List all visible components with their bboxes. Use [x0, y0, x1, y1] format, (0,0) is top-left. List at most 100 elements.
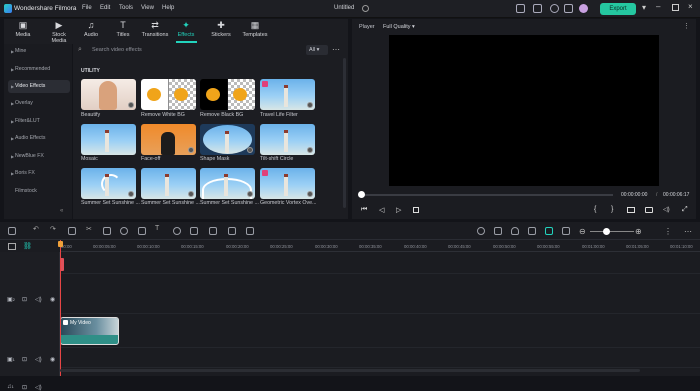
marker-icon[interactable] — [494, 227, 502, 235]
stabilize-icon[interactable] — [228, 227, 236, 235]
tab-transitions[interactable]: ⇄ Transitions — [140, 21, 170, 39]
menu-view[interactable]: View — [141, 5, 154, 11]
motion-icon[interactable] — [246, 227, 254, 235]
cloud-icon[interactable] — [550, 4, 559, 13]
sidebar-item-overlay[interactable]: ▶ Overlay — [8, 97, 70, 110]
text-icon[interactable]: T — [155, 225, 163, 233]
playback-progress-bar[interactable] — [361, 194, 613, 196]
more-options-icon[interactable]: ⋯ — [332, 45, 340, 54]
effect-thumb-summer-set-1[interactable] — [81, 168, 136, 199]
ai-icon[interactable] — [562, 227, 570, 235]
green-screen-icon[interactable] — [209, 227, 217, 235]
effect-thumb-remove-black-bg[interactable] — [200, 79, 255, 110]
sidebar-item-filter-lut[interactable]: ▶ Filter&LUT — [8, 115, 70, 128]
tab-audio[interactable]: ♫ Audio — [78, 21, 104, 39]
download-icon[interactable] — [247, 147, 253, 153]
stop-icon[interactable] — [413, 207, 419, 213]
menu-tools[interactable]: Tools — [119, 5, 133, 11]
display-icon[interactable] — [627, 207, 635, 213]
quality-dropdown[interactable]: Full Quality ▾ — [383, 24, 415, 30]
tab-effects[interactable]: ✦ Effects — [173, 21, 199, 39]
tab-stickers[interactable]: ✚ Stickers — [208, 21, 234, 39]
avatar[interactable] — [579, 4, 588, 13]
tab-templates[interactable]: ▦ Templates — [240, 21, 270, 39]
tab-stock-media[interactable]: ▶ Stock Media — [44, 21, 74, 45]
effect-thumb-mosaic[interactable] — [81, 124, 136, 155]
export-button[interactable]: Export — [600, 3, 636, 15]
sidebar-item-video-effects[interactable]: ▶ Video Effects — [8, 80, 70, 93]
track-empty[interactable] — [60, 252, 700, 274]
audio-edit-icon[interactable] — [138, 227, 146, 235]
sidebar-item-audio-effects[interactable]: ▶ Audio Effects — [8, 132, 70, 145]
microphone-icon[interactable] — [511, 227, 519, 235]
snapshot-icon[interactable] — [645, 207, 653, 213]
fullscreen-icon[interactable]: ⤢ — [682, 206, 688, 214]
download-icon[interactable] — [188, 147, 194, 153]
undo-icon[interactable]: ↶ — [33, 225, 41, 233]
playhead-line[interactable] — [60, 240, 61, 376]
info-icon[interactable] — [362, 5, 369, 12]
zoom-out-icon[interactable]: ⊖ — [579, 227, 586, 236]
preview-screen[interactable] — [389, 35, 659, 186]
effect-thumb-summer-set-2[interactable] — [141, 168, 196, 199]
previous-frame-icon[interactable]: ⏮ — [361, 206, 367, 214]
maximize-icon[interactable] — [672, 4, 679, 11]
timeline-scrollbar[interactable] — [60, 369, 640, 372]
more-options-icon[interactable]: ⋮ — [664, 227, 672, 236]
playhead-handle[interactable] — [58, 241, 63, 247]
download-icon[interactable] — [307, 102, 313, 108]
folder-icon[interactable]: ⊡ — [22, 296, 27, 303]
download-icon[interactable] — [307, 147, 313, 153]
download-icon[interactable] — [128, 102, 134, 108]
track-audio-1[interactable] — [60, 348, 700, 368]
link-icon[interactable]: ⛓ — [23, 242, 32, 250]
sidebar-item-recommended[interactable]: ▶ Recommended — [8, 63, 70, 76]
download-icon[interactable] — [188, 191, 194, 197]
speed-icon[interactable] — [173, 227, 181, 235]
mark-in-icon[interactable]: { — [594, 206, 596, 213]
download-icon[interactable] — [247, 191, 253, 197]
zoom-slider[interactable] — [590, 231, 634, 232]
speaker-icon[interactable]: ◁) — [35, 296, 42, 303]
download-icon[interactable] — [128, 191, 134, 197]
zoom-slider-handle[interactable] — [603, 228, 610, 235]
eye-icon[interactable]: ◉ — [50, 296, 55, 303]
tab-media[interactable]: ▣ Media — [10, 21, 36, 39]
filter-dropdown[interactable]: All ▾ — [306, 45, 328, 55]
track-video-2[interactable] — [60, 274, 700, 314]
mark-out-icon[interactable]: } — [611, 206, 613, 213]
effect-thumb-remove-white-bg[interactable] — [141, 79, 196, 110]
menu-file[interactable]: File — [82, 5, 92, 11]
effect-thumb-geometric-vortex[interactable] — [260, 168, 315, 199]
effect-thumb-tilt-shift-circle[interactable] — [260, 124, 315, 155]
folder-icon[interactable]: ⊡ — [22, 356, 27, 363]
menu-help[interactable]: Help — [162, 5, 174, 11]
track-video-1[interactable] — [60, 314, 700, 348]
redo-icon[interactable]: ↷ — [50, 225, 58, 233]
render-icon[interactable] — [477, 227, 485, 235]
monitor-icon[interactable] — [516, 4, 525, 13]
play-icon[interactable]: ▷ — [396, 206, 401, 214]
effect-thumb-shape-mask[interactable] — [200, 124, 255, 155]
voiceover-icon[interactable] — [528, 227, 536, 235]
sidebar-item-filmstock[interactable]: Filmstock — [8, 185, 70, 198]
crop-icon[interactable] — [103, 227, 111, 235]
sidebar-item-newblue-fx[interactable]: ▶ NewBlue FX — [8, 150, 70, 163]
dropdown-arrow-icon[interactable]: ▾ — [642, 3, 646, 12]
grid-icon[interactable] — [564, 4, 573, 13]
cut-icon[interactable]: ✂ — [86, 225, 94, 233]
tab-titles[interactable]: T Titles — [110, 21, 136, 39]
snap-icon[interactable] — [545, 227, 553, 235]
more-options-icon[interactable]: ⋮ — [683, 22, 690, 30]
effect-thumb-summer-set-3[interactable] — [200, 168, 255, 199]
minimize-icon[interactable]: – — [656, 2, 660, 11]
effect-thumb-travel-life-filter[interactable] — [260, 79, 315, 110]
sidebar-item-mine[interactable]: ▶ Mine — [8, 45, 70, 58]
more-options-icon[interactable]: ⋯ — [684, 227, 692, 236]
playback-scrubber[interactable] — [358, 191, 365, 198]
layout-icon[interactable] — [8, 227, 16, 235]
close-icon[interactable]: × — [688, 2, 693, 11]
volume-icon[interactable]: ◁) — [663, 206, 670, 213]
folder-icon[interactable]: ⊡ — [22, 384, 27, 391]
color-icon[interactable] — [120, 227, 128, 235]
